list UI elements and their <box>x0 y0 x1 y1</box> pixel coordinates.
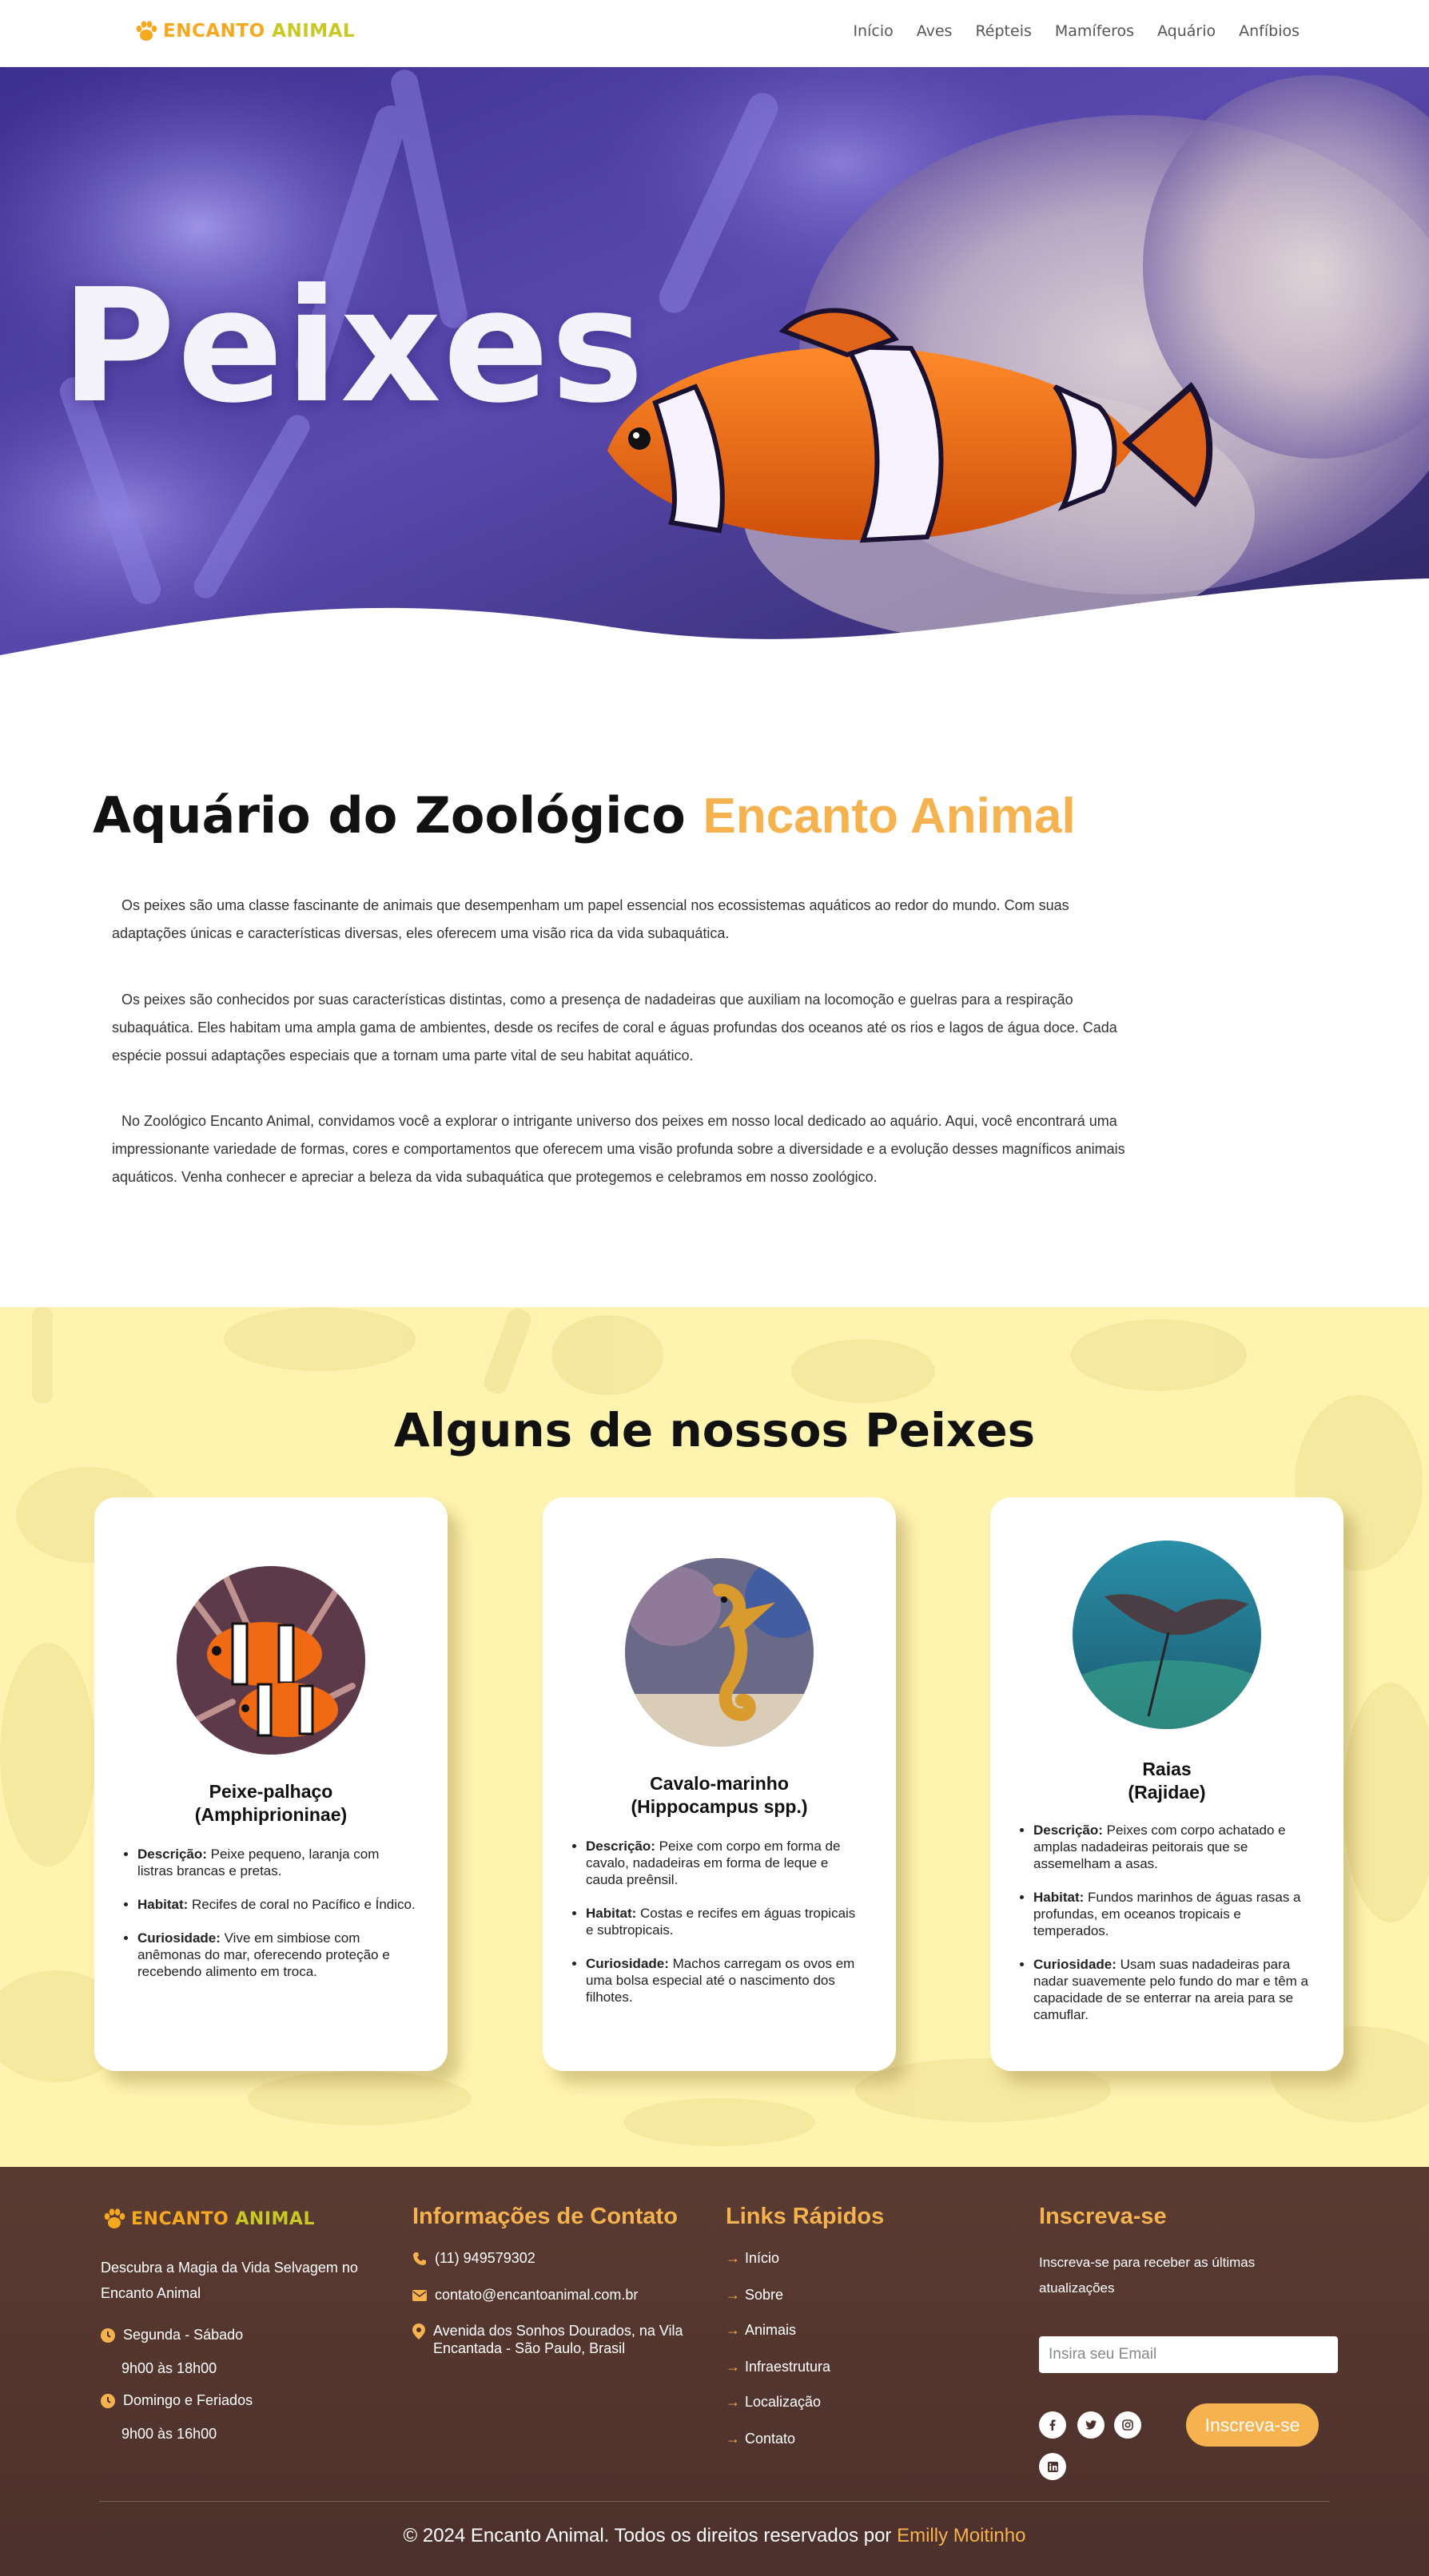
subscribe-button[interactable]: Inscreva-se <box>1186 2403 1319 2447</box>
paw-icon <box>136 21 157 41</box>
arrow-right-icon: → <box>726 2431 740 2447</box>
footer-link-animais[interactable]: → Animais <box>726 2322 796 2339</box>
arrow-right-icon: → <box>726 2322 740 2338</box>
hours-holidays-label: Domingo e Feriados <box>101 2392 253 2409</box>
main-menu: Início Aves Répteis Mamíferos Aquário An… <box>853 22 1300 40</box>
brand-name: ENCANTO ANIMAL <box>163 21 356 42</box>
intro-heading: Aquário do Zoológico Encanto Animal <box>93 786 1076 845</box>
fish-name: Peixe-palhaço (Amphiprioninae) <box>194 1781 348 1825</box>
footer-tagline: Descubra a Magia da Vida Selvagem no Enc… <box>101 2260 358 2301</box>
fish-facts-list: Descrição: Peixes com corpo achatado e a… <box>1033 1822 1312 2040</box>
contact-address: Avenida dos Sonhos Dourados, na Vila Enc… <box>412 2322 684 2357</box>
footer-logo[interactable]: ENCANTO ANIMAL <box>102 2207 315 2231</box>
fact-curiosity: Curiosidade: Machos carregam os ovos em … <box>586 1955 864 2006</box>
intro-paragraph-1: Os peixes são uma classe fascinante de a… <box>112 897 1069 941</box>
hours-holidays-time: 9h00 às 16h00 <box>121 2426 217 2442</box>
footer-link-inicio[interactable]: → Início <box>726 2250 779 2267</box>
intro-paragraph-3: No Zoológico Encanto Animal, convidamos … <box>112 1113 1125 1185</box>
fact-habitat: Habitat: Costas e recifes em águas tropi… <box>586 1905 864 1938</box>
fact-description: Descrição: Peixes com corpo achatado e a… <box>1033 1822 1312 1872</box>
subscribe-email-input[interactable] <box>1039 2336 1338 2373</box>
hero-banner: Peixes <box>0 67 1429 674</box>
fact-description: Descrição: Peixe com corpo em forma de c… <box>586 1838 864 1888</box>
subscribe-title: Inscreva-se <box>1039 2204 1167 2229</box>
author-link[interactable]: Emilly Moitinho <box>897 2525 1025 2546</box>
linkedin-icon[interactable] <box>1039 2453 1066 2480</box>
seahorse-photo <box>625 1558 814 1747</box>
footer-link-sobre[interactable]: → Sobre <box>726 2287 783 2304</box>
paw-icon <box>104 2208 125 2228</box>
fish-section-title: Alguns de nossos Peixes <box>393 1403 1036 1457</box>
fact-habitat: Habitat: Recifes de coral no Pacífico e … <box>137 1896 416 1913</box>
fish-card-clownfish: Peixe-palhaço(Amphiprioninae) Descrição:… <box>94 1497 448 2071</box>
nav-item-anfibios[interactable]: Anfíbios <box>1239 22 1300 40</box>
envelope-icon <box>412 2289 427 2301</box>
footer-link-infraestrutura[interactable]: → Infraestrutura <box>726 2359 830 2375</box>
fish-name: Raias (Rajidae) <box>1128 1759 1206 1803</box>
nav-item-aquario[interactable]: Aquário <box>1157 22 1216 40</box>
fact-description: Descrição: Peixe pequeno, laranja com li… <box>137 1846 416 1879</box>
fish-card-seahorse: Cavalo-marinho(Hippocampus spp.) Descriç… <box>543 1497 896 2071</box>
fact-habitat: Habitat: Fundos marinhos de águas rasas … <box>1033 1889 1312 1939</box>
fish-facts-list: Descrição: Peixe com corpo em forma de c… <box>586 1838 864 2022</box>
hours-weekdays-label: Segunda - Sábado <box>101 2327 243 2343</box>
contact-email[interactable]: contato@encantoanimal.com.br <box>412 2287 638 2304</box>
nav-item-inicio[interactable]: Início <box>853 22 893 40</box>
hours-weekdays-time: 9h00 às 18h00 <box>121 2360 217 2376</box>
ray-photo <box>1073 1540 1261 1729</box>
copyright-text: © 2024 Encanto Animal. Todos os direitos… <box>403 2525 1026 2546</box>
brand-logo[interactable]: ENCANTO ANIMAL <box>134 19 355 43</box>
nav-item-repteis[interactable]: Répteis <box>975 22 1031 40</box>
quick-links-title: Links Rápidos <box>726 2204 885 2229</box>
nav-item-mamiferos[interactable]: Mamíferos <box>1055 22 1134 40</box>
twitter-icon[interactable] <box>1077 2411 1105 2439</box>
instagram-icon[interactable] <box>1114 2411 1141 2439</box>
map-pin-icon <box>412 2324 425 2339</box>
hero-title: Peixes <box>61 256 646 438</box>
clownfish-photo <box>177 1566 365 1755</box>
nav-item-aves[interactable]: Aves <box>917 22 953 40</box>
clock-icon <box>101 2393 115 2408</box>
contact-phone[interactable]: (11) 949579302 <box>412 2250 535 2267</box>
phone-icon <box>413 2252 426 2265</box>
fact-curiosity: Curiosidade: Usam suas nadadeiras para n… <box>1033 1956 1312 2023</box>
fish-card-ray: Raias(Rajidae) Descrição: Peixes com cor… <box>990 1497 1343 2071</box>
fish-name: Cavalo-marinho (Hippocampus spp.) <box>631 1773 808 1817</box>
footer-divider <box>99 2501 1330 2502</box>
footer-brand-name: ENCANTO ANIMAL <box>131 2208 315 2229</box>
subscribe-text: Inscreva-se para receber as últimas atua… <box>1039 2255 1256 2296</box>
footer-link-contato[interactable]: → Contato <box>726 2431 795 2447</box>
intro-paragraph-2: Os peixes são conhecidos por suas caract… <box>112 992 1117 1063</box>
footer-link-localizacao[interactable]: → Localização <box>726 2394 821 2411</box>
contact-title: Informações de Contato <box>412 2204 678 2229</box>
fish-section: Alguns de nossos Peixes Peixe-palhaço (A… <box>0 1307 1429 2167</box>
fact-curiosity: Curiosidade: Vive em simbiose com anêmon… <box>137 1930 416 1980</box>
facebook-icon[interactable] <box>1039 2411 1066 2439</box>
top-navbar: ENCANTO ANIMAL Início Aves Répteis Mamíf… <box>0 0 1429 67</box>
arrow-right-icon: → <box>726 2359 740 2375</box>
arrow-right-icon: → <box>726 2287 740 2303</box>
arrow-right-icon: → <box>726 2250 740 2266</box>
arrow-right-icon: → <box>726 2394 740 2410</box>
fish-facts-list: Descrição: Peixe pequeno, laranja com li… <box>137 1846 416 1997</box>
clock-icon <box>101 2328 115 2343</box>
